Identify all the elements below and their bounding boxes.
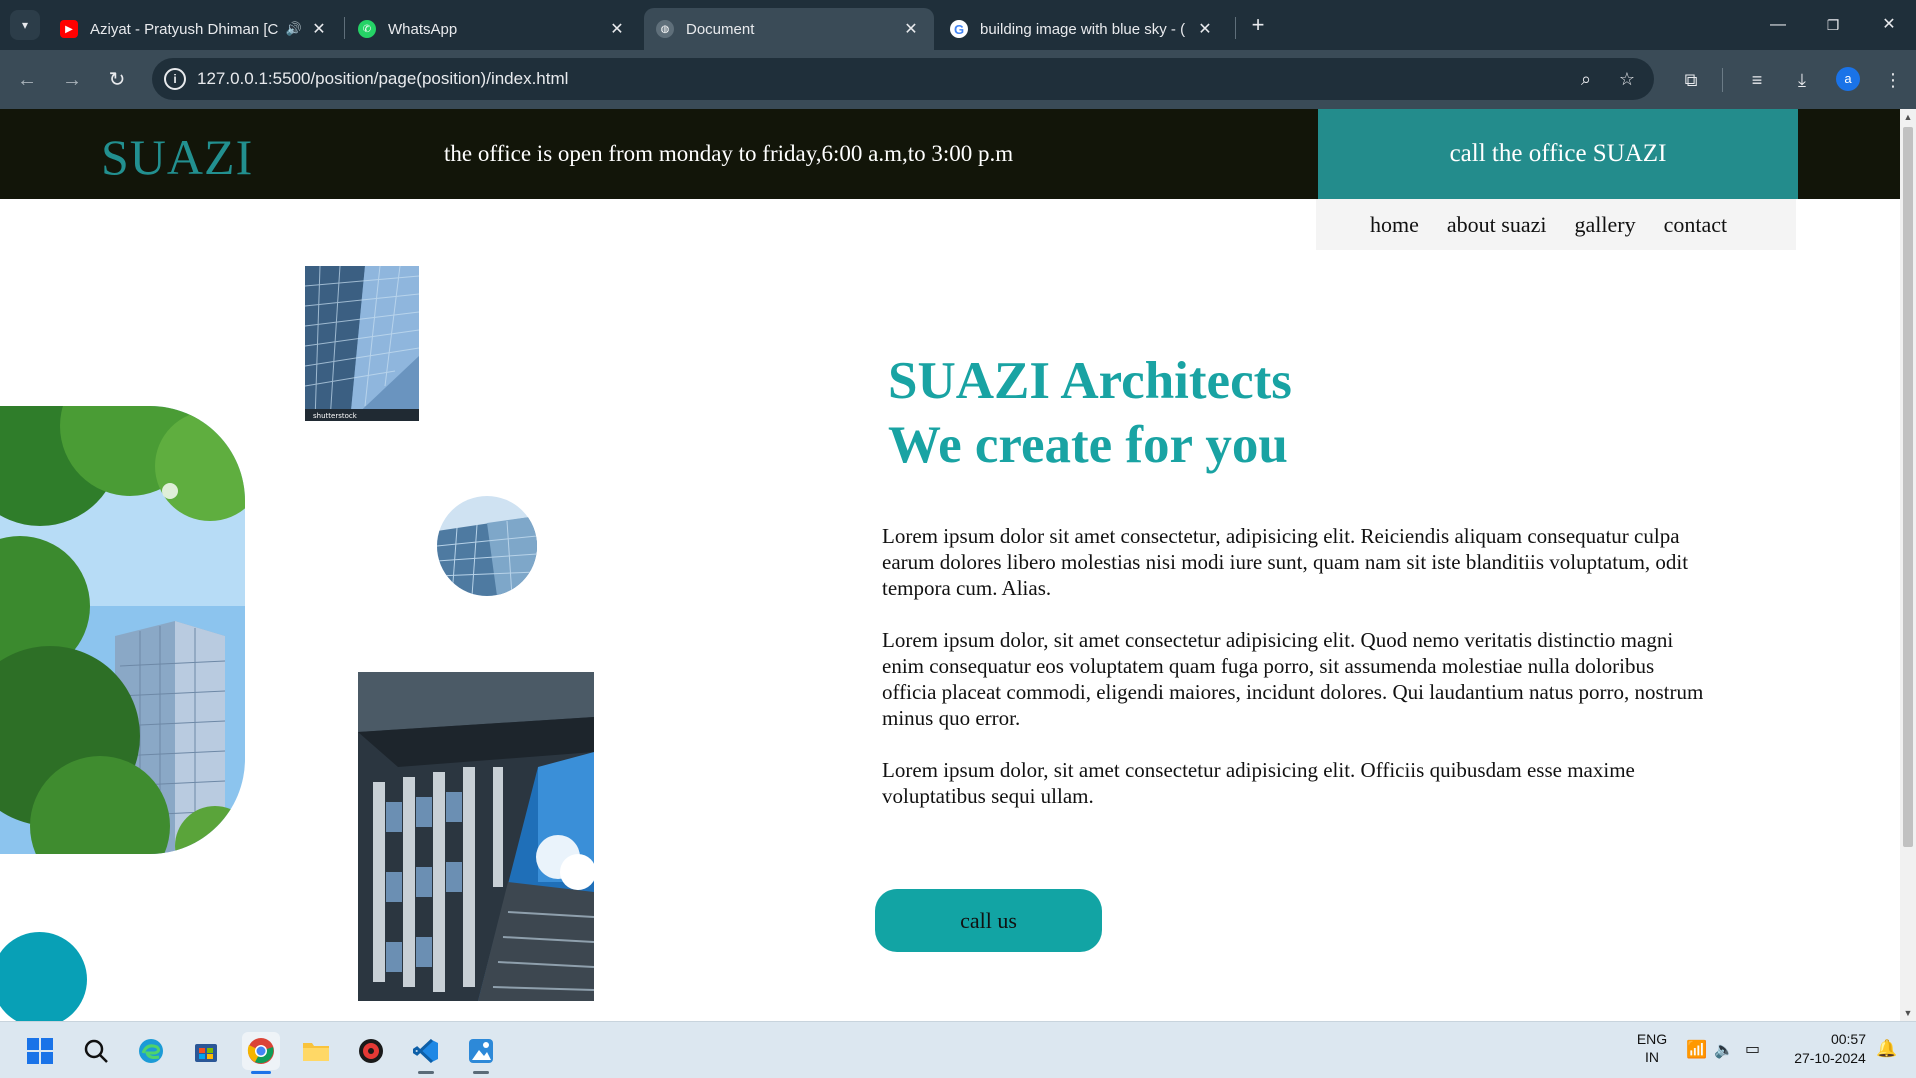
close-tab-icon[interactable]: ✕ bbox=[1196, 19, 1214, 39]
page-scrollbar[interactable]: ▲ ▼ bbox=[1900, 109, 1916, 1021]
close-window-button[interactable]: ✕ bbox=[1866, 10, 1912, 40]
tab-building-search[interactable]: G building image with blue sky - ( ✕ bbox=[938, 8, 1228, 50]
tab-title: Document bbox=[686, 20, 755, 38]
tab-document[interactable]: ◍ Document ✕ bbox=[644, 8, 934, 50]
paragraph-3: Lorem ipsum dolor, sit amet consectetur … bbox=[882, 758, 1635, 808]
call-office-banner[interactable]: call the office SUAZI bbox=[1318, 109, 1798, 199]
tab-separator bbox=[344, 17, 345, 39]
media-control-icon[interactable]: ≡ bbox=[1742, 65, 1772, 95]
bookmark-star-icon[interactable]: ☆ bbox=[1615, 67, 1639, 91]
zoom-icon[interactable]: ⌕ bbox=[1574, 67, 1598, 91]
site-info-icon[interactable]: i bbox=[164, 68, 186, 90]
profile-avatar[interactable]: a bbox=[1836, 67, 1860, 91]
toolbar-separator bbox=[1722, 68, 1723, 92]
main-nav: home about suazi gallery contact bbox=[1316, 199, 1796, 250]
menu-kebab-icon[interactable]: ⋮ bbox=[1878, 65, 1908, 95]
browser-tab-strip: ▾ ▶ Aziyat - Pratyush Dhiman [C 🔊 ✕ ✆ Wh… bbox=[0, 0, 1916, 50]
tab-title: Aziyat - Pratyush Dhiman [C bbox=[90, 20, 278, 38]
close-tab-icon[interactable]: ✕ bbox=[310, 19, 328, 39]
nav-home[interactable]: home bbox=[1370, 212, 1419, 238]
trees-tower-image bbox=[0, 406, 245, 854]
decorative-circle bbox=[0, 932, 87, 1021]
scroll-up-arrow-icon[interactable]: ▲ bbox=[1900, 109, 1916, 125]
minimize-button[interactable]: — bbox=[1755, 10, 1801, 40]
browser-toolbar: ← → ↻ i 127.0.0.1:5500/position/page(pos… bbox=[0, 50, 1916, 109]
hero-line-1: SUAZI Architects bbox=[888, 352, 1292, 410]
url-text[interactable]: 127.0.0.1:5500/position/page(position)/i… bbox=[197, 69, 568, 89]
close-tab-icon[interactable]: ✕ bbox=[608, 19, 626, 39]
tab-search-button[interactable]: ▾ bbox=[10, 10, 40, 40]
app-red-icon[interactable] bbox=[352, 1032, 390, 1070]
whatsapp-icon: ✆ bbox=[358, 20, 376, 38]
notification-bell-icon[interactable]: 🔔 bbox=[1876, 1039, 1897, 1059]
hero-line-2: We create for you bbox=[888, 416, 1288, 474]
back-button[interactable]: ← bbox=[12, 65, 42, 95]
running-app-indicator bbox=[418, 1071, 434, 1074]
tab-separator bbox=[1235, 17, 1236, 39]
microsoft-store-icon[interactable] bbox=[187, 1032, 225, 1070]
chrome-icon[interactable] bbox=[242, 1032, 280, 1074]
language-code: ENG bbox=[1636, 1031, 1668, 1047]
address-bar[interactable]: i 127.0.0.1:5500/position/page(position)… bbox=[152, 58, 1654, 100]
tab-whatsapp[interactable]: ✆ WhatsApp ✕ bbox=[346, 8, 640, 50]
watermark-text: shutterstock bbox=[313, 412, 358, 420]
forward-button[interactable]: → bbox=[57, 65, 87, 95]
close-tab-icon[interactable]: ✕ bbox=[902, 19, 920, 39]
photos-icon[interactable] bbox=[462, 1032, 500, 1074]
office-hours: the office is open from monday to friday… bbox=[444, 141, 1014, 166]
active-app-indicator bbox=[251, 1071, 271, 1074]
clock[interactable]: 00:57 27-10-2024 bbox=[1784, 1030, 1876, 1068]
wifi-icon[interactable]: 📶 bbox=[1686, 1040, 1707, 1060]
tall-building-image bbox=[358, 672, 594, 1001]
vscode-icon[interactable] bbox=[407, 1032, 445, 1074]
restore-button[interactable]: ❐ bbox=[1810, 10, 1856, 40]
youtube-icon: ▶ bbox=[60, 20, 78, 38]
windows-taskbar: ENG IN 📶 🔈 ▭ 00:57 27-10-2024 🔔 bbox=[0, 1021, 1916, 1078]
new-tab-button[interactable]: + bbox=[1245, 12, 1271, 38]
clock-date: 27-10-2024 bbox=[1794, 1050, 1866, 1066]
page-viewport: SUAZI the office is open from monday to … bbox=[0, 109, 1900, 1021]
search-icon[interactable] bbox=[77, 1032, 115, 1070]
volume-icon[interactable]: 🔈 bbox=[1714, 1040, 1734, 1060]
site-header: SUAZI the office is open from monday to … bbox=[0, 109, 1900, 199]
extensions-icon[interactable]: ⧉ bbox=[1676, 65, 1706, 95]
windows-start-icon[interactable] bbox=[21, 1032, 59, 1070]
speaker-icon[interactable]: 🔊 bbox=[286, 21, 302, 37]
round-building-image bbox=[437, 496, 537, 596]
google-icon: G bbox=[950, 20, 968, 38]
nav-gallery[interactable]: gallery bbox=[1574, 212, 1635, 238]
call-us-button[interactable]: call us bbox=[875, 889, 1102, 952]
region-code: IN bbox=[1645, 1049, 1659, 1065]
paragraph-2: Lorem ipsum dolor, sit amet consectetur … bbox=[882, 628, 1704, 730]
download-icon[interactable]: ⤓ bbox=[1787, 65, 1817, 95]
battery-icon[interactable]: ▭ bbox=[1745, 1039, 1760, 1059]
tab-title: WhatsApp bbox=[388, 20, 458, 38]
nav-about[interactable]: about suazi bbox=[1447, 212, 1547, 238]
glass-tower-image: shutterstock bbox=[305, 266, 419, 421]
nav-contact[interactable]: contact bbox=[1664, 212, 1728, 238]
running-app-indicator bbox=[473, 1071, 489, 1074]
language-indicator[interactable]: ENG IN bbox=[1630, 1030, 1674, 1066]
tab-aziyat[interactable]: ▶ Aziyat - Pratyush Dhiman [C 🔊 ✕ bbox=[48, 8, 342, 50]
edge-icon[interactable] bbox=[132, 1032, 170, 1070]
reload-button[interactable]: ↻ bbox=[102, 65, 132, 95]
file-explorer-icon[interactable] bbox=[297, 1032, 335, 1070]
paragraph-1: Lorem ipsum dolor sit amet consectetur, … bbox=[882, 524, 1689, 600]
site-logo[interactable]: SUAZI bbox=[101, 128, 253, 186]
scroll-down-arrow-icon[interactable]: ▼ bbox=[1900, 1005, 1916, 1021]
scrollbar-thumb[interactable] bbox=[1903, 127, 1913, 847]
hero-title: SUAZI Architects We create for you bbox=[888, 349, 1292, 477]
globe-icon: ◍ bbox=[656, 20, 674, 38]
tab-title: building image with blue sky - ( bbox=[980, 20, 1186, 38]
clock-time: 00:57 bbox=[1830, 1031, 1866, 1047]
